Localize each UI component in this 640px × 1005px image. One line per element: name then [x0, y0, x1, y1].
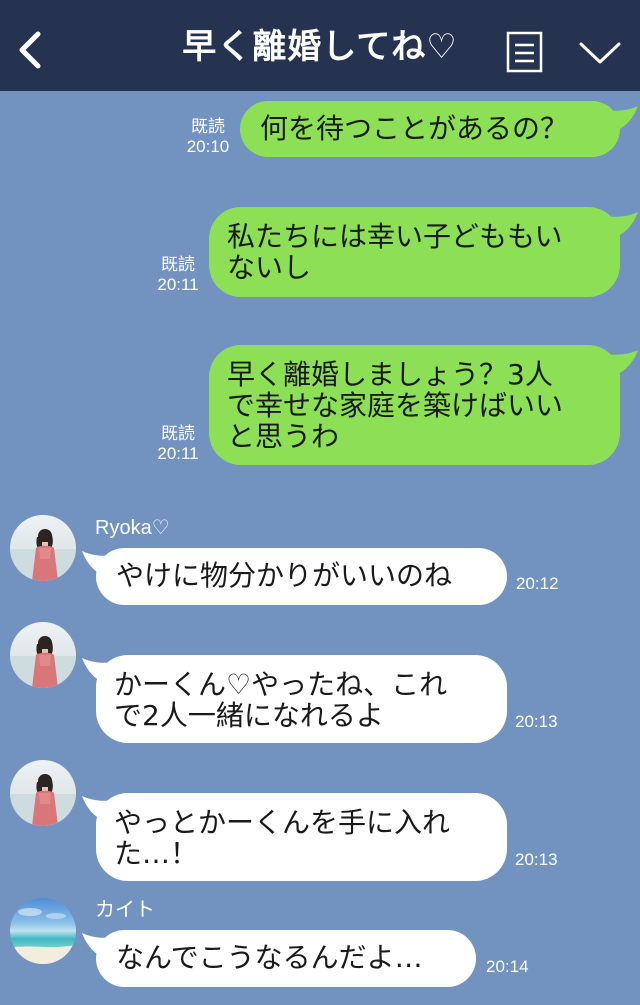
message-text: で2人一緒になれるよ [114, 699, 384, 732]
message-time: 20:11 [157, 444, 199, 463]
chat-title: 早く離婚してね♡ [182, 27, 458, 67]
read-receipt: 既読 20:11 [157, 424, 199, 463]
message-bubble[interactable]: 何を待つことがあるの？ [240, 101, 620, 157]
message-bubble[interactable]: やっとかーくんを手に入れ た…！ [96, 793, 507, 881]
sender-name: Ryoka♡ [95, 517, 170, 539]
message-text: 早く離婚しましょう？3人 [227, 358, 553, 391]
avatar[interactable] [10, 760, 76, 826]
read-receipt: 既読 20:11 [157, 255, 199, 294]
beach-photo-icon [10, 908, 76, 964]
chevron-left-icon[interactable] [14, 30, 44, 70]
bubble-tail [606, 212, 638, 238]
message-text: 私たちには幸い子どももい [227, 220, 563, 253]
chevron-down-icon[interactable] [578, 40, 622, 66]
read-receipt: 既読 20:10 [186, 117, 230, 156]
message-text: で幸せな家庭を築けばいい [227, 389, 564, 422]
message-time: 20:11 [157, 275, 199, 294]
message-text: なんでこうなるんだよ… [116, 941, 423, 974]
message-text: と思うわ [227, 420, 340, 453]
person-photo-icon [10, 636, 76, 688]
bubble-tail [606, 350, 638, 376]
message-time: 20:10 [186, 137, 230, 156]
message-text: 何を待つことがあるの？ [260, 112, 569, 145]
message-bubble[interactable]: やけに物分かりがいいのね [96, 548, 507, 605]
avatar[interactable] [10, 515, 76, 581]
message-bubble[interactable]: 私たちには幸い子どももい ないし [209, 207, 620, 297]
message-time: 20:13 [515, 712, 558, 731]
list-icon[interactable] [506, 31, 543, 73]
sender-name: カイト [95, 899, 155, 921]
message-text: た…！ [114, 837, 199, 870]
avatar[interactable] [10, 898, 76, 964]
avatar[interactable] [10, 622, 76, 688]
message-text: ないし [227, 251, 312, 284]
message-time: 20:13 [515, 850, 558, 869]
message-text: やっとかーくんを手に入れ [114, 806, 451, 839]
chat-header: 早く離婚してね♡ [0, 0, 640, 91]
person-photo-icon [10, 529, 76, 581]
message-bubble[interactable]: なんでこうなるんだよ… [96, 930, 476, 987]
person-photo-icon [10, 774, 76, 826]
message-time: 20:14 [486, 957, 529, 976]
bubble-tail [606, 106, 638, 132]
message-text: かーくん♡やったね、これ [114, 668, 448, 701]
message-bubble[interactable]: 早く離婚しましょう？3人 で幸せな家庭を築けばいい と思うわ [209, 345, 620, 465]
message-time: 20:12 [516, 574, 559, 593]
message-text: やけに物分かりがいいのね [116, 559, 453, 592]
message-bubble[interactable]: かーくん♡やったね、これ で2人一緒になれるよ [96, 655, 507, 743]
